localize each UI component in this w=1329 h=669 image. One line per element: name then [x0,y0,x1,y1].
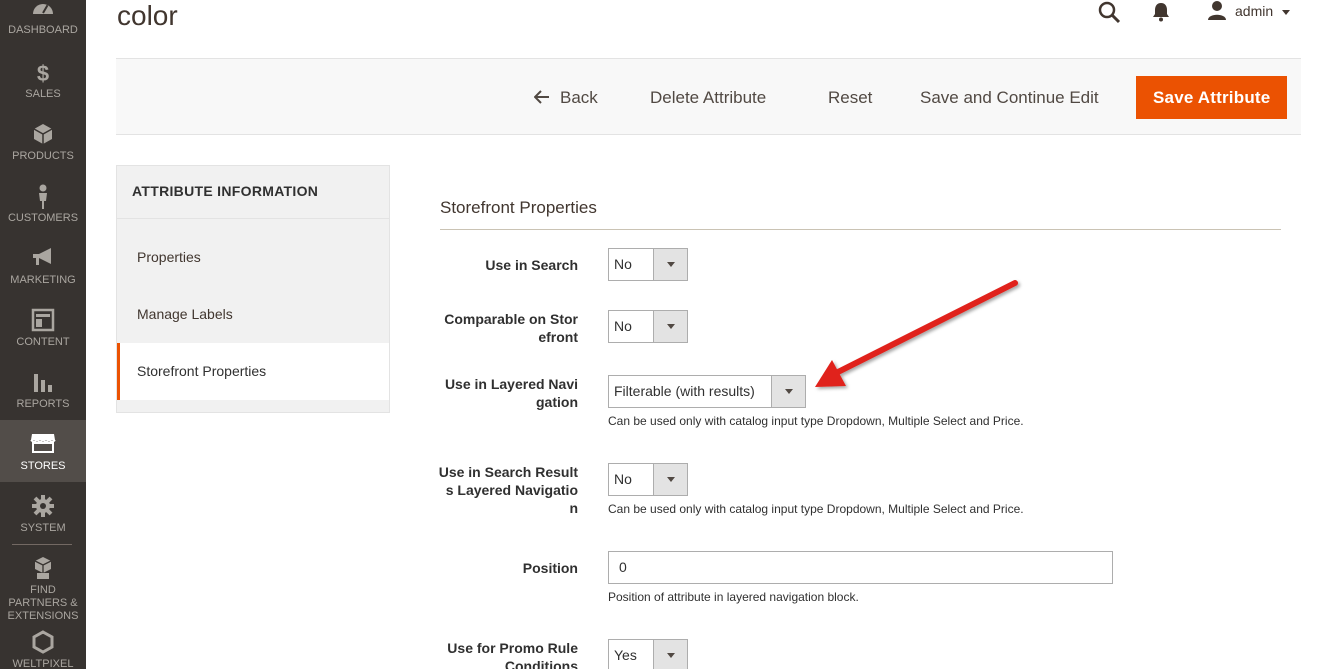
nav-system[interactable]: SYSTEM [0,494,86,556]
dropdown-caret-icon [653,249,687,280]
layered-navigation-select[interactable]: Filterable (with results) [608,375,806,408]
cube-icon [0,122,86,150]
layered-navigation-label: Use in Layered Navi gation [444,376,578,410]
save-and-continue-button[interactable]: Save and Continue Edit [920,76,1099,119]
tab-storefront-properties[interactable]: Storefront Properties [117,343,389,400]
tab-manage-labels[interactable]: Manage Labels [117,286,389,343]
svg-text:$: $ [37,61,49,84]
nav-find-partners[interactable]: FIND PARTNERS & EXTENSIONS [0,556,86,622]
person-icon [0,184,86,212]
megaphone-icon [0,246,86,274]
bar-chart-icon [0,370,86,398]
section-divider [440,229,1281,230]
hexagon-icon [0,630,86,658]
chevron-down-icon [1281,3,1291,19]
nav-content[interactable]: CONTENT [0,308,86,370]
nav-sales[interactable]: $ SALES [0,60,86,122]
search-layered-navigation-label: Use in Search Result s Layered Navigatio… [438,464,578,516]
nav-stores[interactable]: STORES [0,420,86,482]
reset-button[interactable]: Reset [828,76,872,119]
boxes-icon [0,556,86,584]
nav-customers[interactable]: CUSTOMERS [0,184,86,246]
search-icon[interactable] [1097,0,1121,29]
back-button[interactable]: Back [533,76,598,120]
position-note: Position of attribute in layered navigat… [608,590,859,604]
delete-attribute-button[interactable]: Delete Attribute [650,76,766,119]
nav-dashboard[interactable]: DASHBOARD [0,0,86,58]
storefront-icon [0,432,86,460]
arrow-left-icon [533,77,550,120]
position-input[interactable]: 0 [608,551,1113,584]
comparable-label: Comparable on Stor efront [444,311,578,345]
tabs-title: ATTRIBUTE INFORMATION [132,183,319,199]
dollar-icon: $ [0,60,86,88]
nav-products[interactable]: PRODUCTS [0,122,86,184]
tabs-divider [117,218,389,219]
search-layered-navigation-note: Can be used only with catalog input type… [608,502,1024,516]
nav-divider [12,544,72,545]
user-name: admin [1235,3,1274,19]
admin-sidebar: DASHBOARD $ SALES PRODUCTS CUSTOMERS MAR… [0,0,86,669]
user-menu[interactable]: admin [1207,0,1291,22]
attribute-information-tabs: ATTRIBUTE INFORMATION Properties Manage … [116,165,390,413]
search-layered-navigation-select[interactable]: No [608,463,688,496]
dropdown-caret-icon [653,464,687,495]
dropdown-caret-icon [771,376,805,407]
notifications-bell-icon[interactable] [1152,2,1170,27]
dashboard-icon [0,0,86,24]
tab-properties[interactable]: Properties [117,229,389,286]
dropdown-caret-icon [653,640,687,669]
use-in-search-select[interactable]: No [608,248,688,281]
save-attribute-button[interactable]: Save Attribute [1136,76,1288,119]
promo-rule-label: Use for Promo Rule Conditions [447,640,578,669]
user-avatar-icon [1207,0,1227,23]
use-in-search-label: Use in Search [485,257,578,273]
layout-icon [0,308,86,336]
page-actions-toolbar: Back Delete Attribute Reset Save and Con… [116,58,1301,135]
dropdown-caret-icon [653,311,687,342]
promo-rule-select[interactable]: Yes [608,639,688,669]
comparable-select[interactable]: No [608,310,688,343]
position-label: Position [522,560,578,576]
layered-navigation-note: Can be used only with catalog input type… [608,414,1024,428]
page-title: color [117,0,178,31]
nav-weltpixel[interactable]: WELTPIXEL [0,630,86,669]
nav-marketing[interactable]: MARKETING [0,246,86,308]
gear-icon [0,494,86,522]
section-title: Storefront Properties [440,198,597,217]
